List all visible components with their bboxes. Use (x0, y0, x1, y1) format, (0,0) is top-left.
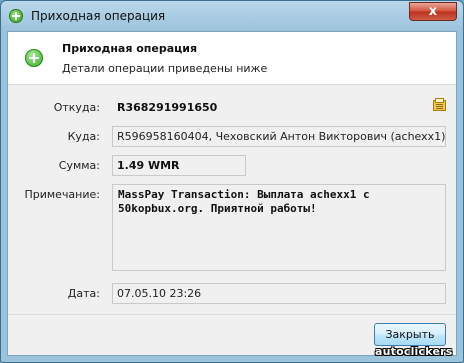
to-label: Куда: (67, 130, 100, 143)
watermark: autoclickers (375, 345, 453, 358)
header-title: Приходная операция (62, 42, 198, 55)
dialog-window: Приходная операция x Приходная операция … (0, 0, 464, 363)
from-label: Откуда: (53, 101, 100, 114)
close-button[interactable]: Закрыть (374, 323, 446, 346)
dialog-header: Приходная операция Детали операции приве… (8, 32, 456, 85)
header-subtitle: Детали операции приведены ниже (62, 62, 268, 75)
to-field[interactable]: R596958160404, Чеховский Антон Викторови… (112, 126, 446, 147)
dialog-content: Приходная операция Детали операции приве… (7, 31, 457, 356)
date-label: Дата: (67, 287, 100, 300)
sum-field[interactable]: 1.49 WMR (112, 155, 246, 176)
title-bar[interactable]: Приходная операция x (1, 1, 463, 31)
sum-label: Сумма: (58, 159, 100, 172)
copy-wallet-icon[interactable] (433, 98, 446, 111)
date-field[interactable]: 07.05.10 23:26 (112, 283, 446, 304)
note-field[interactable]: MassPay Transaction: Выплата achexx1 с 5… (112, 184, 446, 271)
from-field[interactable]: R368291991650 (112, 97, 446, 116)
window-close-button[interactable]: x (409, 2, 457, 21)
app-add-icon (9, 9, 23, 23)
footer-divider (8, 314, 456, 315)
window-title: Приходная операция (31, 9, 166, 23)
note-label: Примечание: (24, 188, 100, 201)
plus-icon (25, 49, 43, 67)
